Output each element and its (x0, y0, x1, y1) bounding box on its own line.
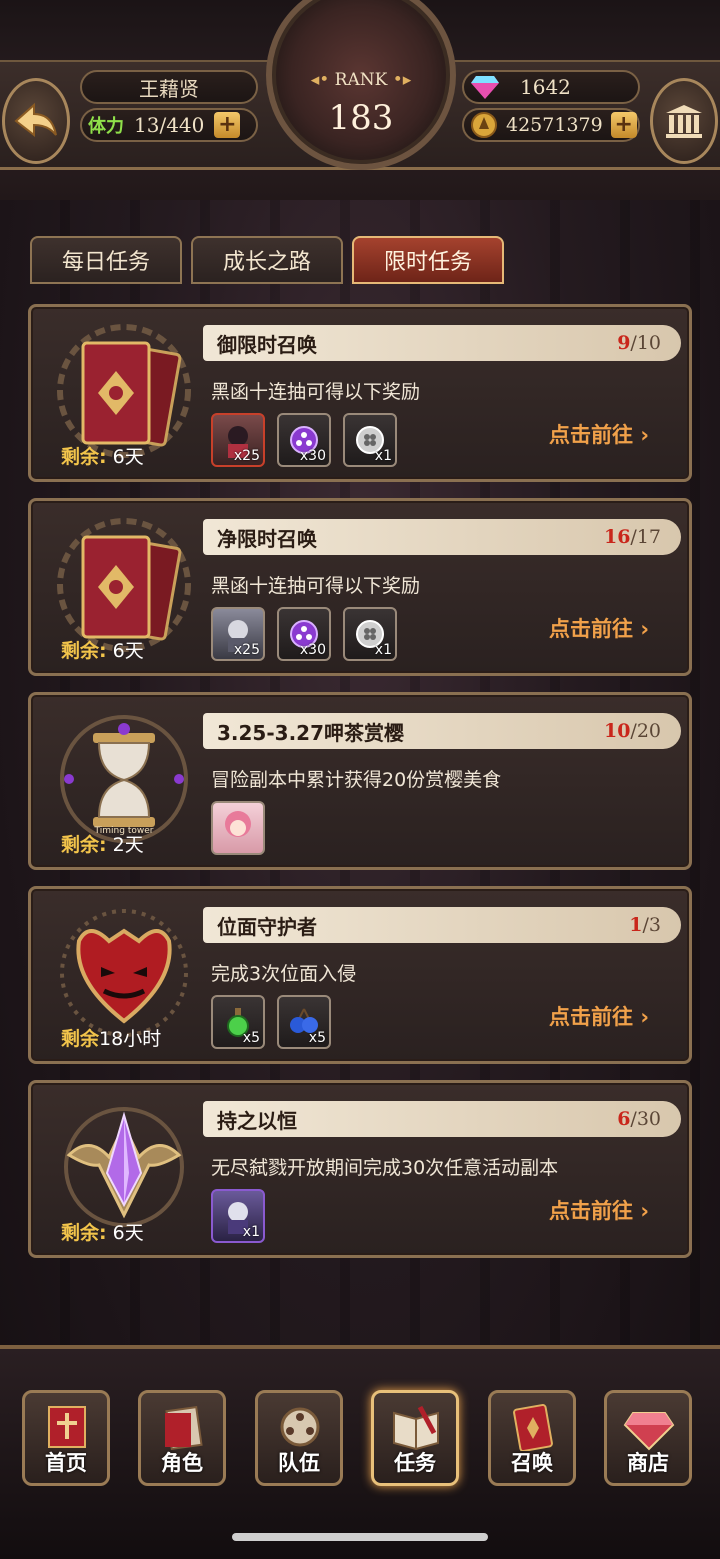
reward-item[interactable]: x5 (211, 995, 265, 1049)
task-progress: 1/3 (629, 914, 661, 936)
remaining-time: 剩余: 6天 (61, 640, 144, 662)
remaining-time: 剩余: 6天 (61, 446, 144, 468)
reward-item[interactable] (211, 801, 265, 855)
home-indicator[interactable] (232, 1533, 488, 1541)
go-button[interactable]: 点击前往 › (549, 419, 649, 449)
task-description: 无尽弑戮开放期间完成30次任意活动副本 (211, 1157, 559, 1179)
go-button[interactable]: 点击前往 › (549, 1195, 649, 1225)
tab-daily[interactable]: 每日任务 (30, 236, 182, 284)
nav-shop[interactable]: 商店 (604, 1390, 692, 1486)
reward-item[interactable]: x25 (211, 413, 265, 467)
stamina-value: 13/440 (134, 113, 205, 137)
shop-gem-icon (623, 1412, 675, 1451)
reward-list (211, 801, 265, 855)
reward-item[interactable]: x1 (343, 413, 397, 467)
team-icon (280, 1407, 320, 1447)
nav-team[interactable]: 队伍 (255, 1390, 343, 1486)
gold-pill: 42571379 + (462, 108, 640, 142)
temple-icon (666, 105, 702, 138)
rank-emblem: ◂• RANK •▸ 183 (266, 0, 456, 170)
task-title: 净限时召唤 (217, 526, 317, 551)
reward-item[interactable]: x1 (343, 607, 397, 661)
back-button[interactable] (2, 78, 70, 164)
go-button[interactable]: 点击前往 › (549, 1001, 649, 1031)
task-title-bar: 3.25-3.27呷茶赏樱 10/20 (203, 713, 681, 749)
stamina-pill: 体力 13/440 + (80, 108, 258, 142)
gold-coin-icon (471, 112, 497, 138)
quest-book-icon (393, 1405, 439, 1451)
gem-pill: 1642 (462, 70, 640, 104)
player-name-pill: 王藉贤 (80, 70, 258, 104)
task-title: 持之以恒 (217, 1108, 297, 1133)
character-portrait-icon (225, 811, 251, 837)
task-progress: 10/20 (603, 720, 661, 742)
reward-list: x25 x30 x1 (211, 607, 397, 661)
tab-limited[interactable]: 限时任务 (352, 236, 504, 284)
task-card: 剩余18小时 位面守护者 1/3 完成3次位面入侵 x5 x5 点击前往 › (28, 886, 692, 1064)
remaining-time: 剩余: 2天 (61, 834, 144, 856)
nav-quest[interactable]: 任务 (371, 1390, 459, 1486)
task-title: 3.25-3.27呷茶赏樱 (217, 720, 404, 745)
reward-list: x1 (211, 1189, 265, 1243)
task-progress: 16/17 (603, 526, 661, 548)
task-description: 黑函十连抽可得以下奖励 (211, 381, 421, 403)
nav-summon[interactable]: 召唤 (488, 1390, 576, 1486)
reward-item[interactable]: x30 (277, 413, 331, 467)
character-icon (165, 1405, 203, 1451)
player-name: 王藉贤 (139, 76, 199, 101)
reward-list: x25 x30 x1 (211, 413, 397, 467)
reward-item[interactable]: x30 (277, 607, 331, 661)
add-stamina-button[interactable]: + (214, 112, 241, 138)
reward-list: x5 x5 (211, 995, 331, 1049)
task-card: 剩余: 6天 御限时召唤 9/10 黑函十连抽可得以下奖励 x25 x30 x1… (28, 304, 692, 482)
rank-value: 183 (328, 98, 394, 138)
gold-count: 42571379 (506, 114, 603, 136)
reward-item[interactable]: x25 (211, 607, 265, 661)
task-title-bar: 持之以恒 6/30 (203, 1101, 681, 1137)
task-card: Timing tower 剩余: 2天 3.25-3.27呷茶赏樱 10/20 … (28, 692, 692, 870)
task-description: 完成3次位面入侵 (211, 963, 357, 985)
top-bar: 王藉贤 体力 13/440 + ◂• RANK •▸ 183 1642 4257… (0, 0, 720, 200)
rank-label: ◂• RANK •▸ (310, 70, 412, 90)
gem-count: 1642 (520, 75, 571, 99)
back-arrow-icon (14, 102, 57, 138)
add-gold-button[interactable]: + (610, 112, 637, 138)
tab-growth[interactable]: 成长之路 (191, 236, 343, 284)
task-card: 剩余: 6天 净限时召唤 16/17 黑函十连抽可得以下奖励 x25 x30 x… (28, 498, 692, 676)
library-button[interactable] (650, 78, 718, 164)
task-progress: 6/30 (617, 1108, 661, 1130)
task-title: 御限时召唤 (217, 332, 317, 357)
task-title-bar: 净限时召唤 16/17 (203, 519, 681, 555)
remaining-time: 剩余18小时 (61, 1028, 162, 1050)
task-description: 黑函十连抽可得以下奖励 (211, 575, 421, 597)
task-description: 冒险副本中累计获得20份赏樱美食 (211, 769, 502, 791)
task-card: 剩余: 6天 持之以恒 6/30 无尽弑戮开放期间完成30次任意活动副本 x1 … (28, 1080, 692, 1258)
reward-item[interactable]: x1 (211, 1189, 265, 1243)
go-button[interactable]: 点击前往 › (549, 613, 649, 643)
reward-item[interactable]: x5 (277, 995, 331, 1049)
task-title-bar: 御限时召唤 9/10 (203, 325, 681, 361)
remaining-time: 剩余: 6天 (61, 1222, 144, 1244)
task-title: 位面守护者 (217, 914, 317, 939)
home-icon (48, 1406, 86, 1448)
stamina-label: 体力 (88, 116, 124, 137)
diamond-icon (471, 76, 499, 99)
nav-character[interactable]: 角色 (138, 1390, 226, 1486)
summon-card-icon (513, 1404, 553, 1451)
task-progress: 9/10 (617, 332, 661, 354)
nav-home[interactable]: 首页 (22, 1390, 110, 1486)
task-title-bar: 位面守护者 1/3 (203, 907, 681, 943)
